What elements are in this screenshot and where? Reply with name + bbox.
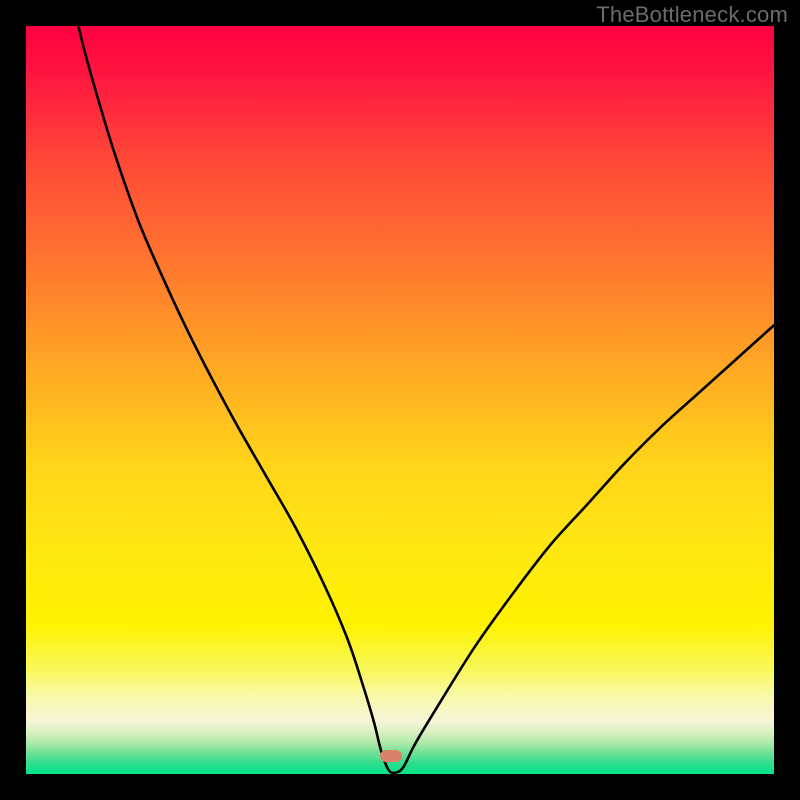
chart-frame: TheBottleneck.com <box>0 0 800 800</box>
bottleneck-curve <box>26 26 774 774</box>
optimal-point-marker <box>380 750 402 762</box>
watermark-text: TheBottleneck.com <box>596 2 788 28</box>
plot-area <box>26 26 774 774</box>
